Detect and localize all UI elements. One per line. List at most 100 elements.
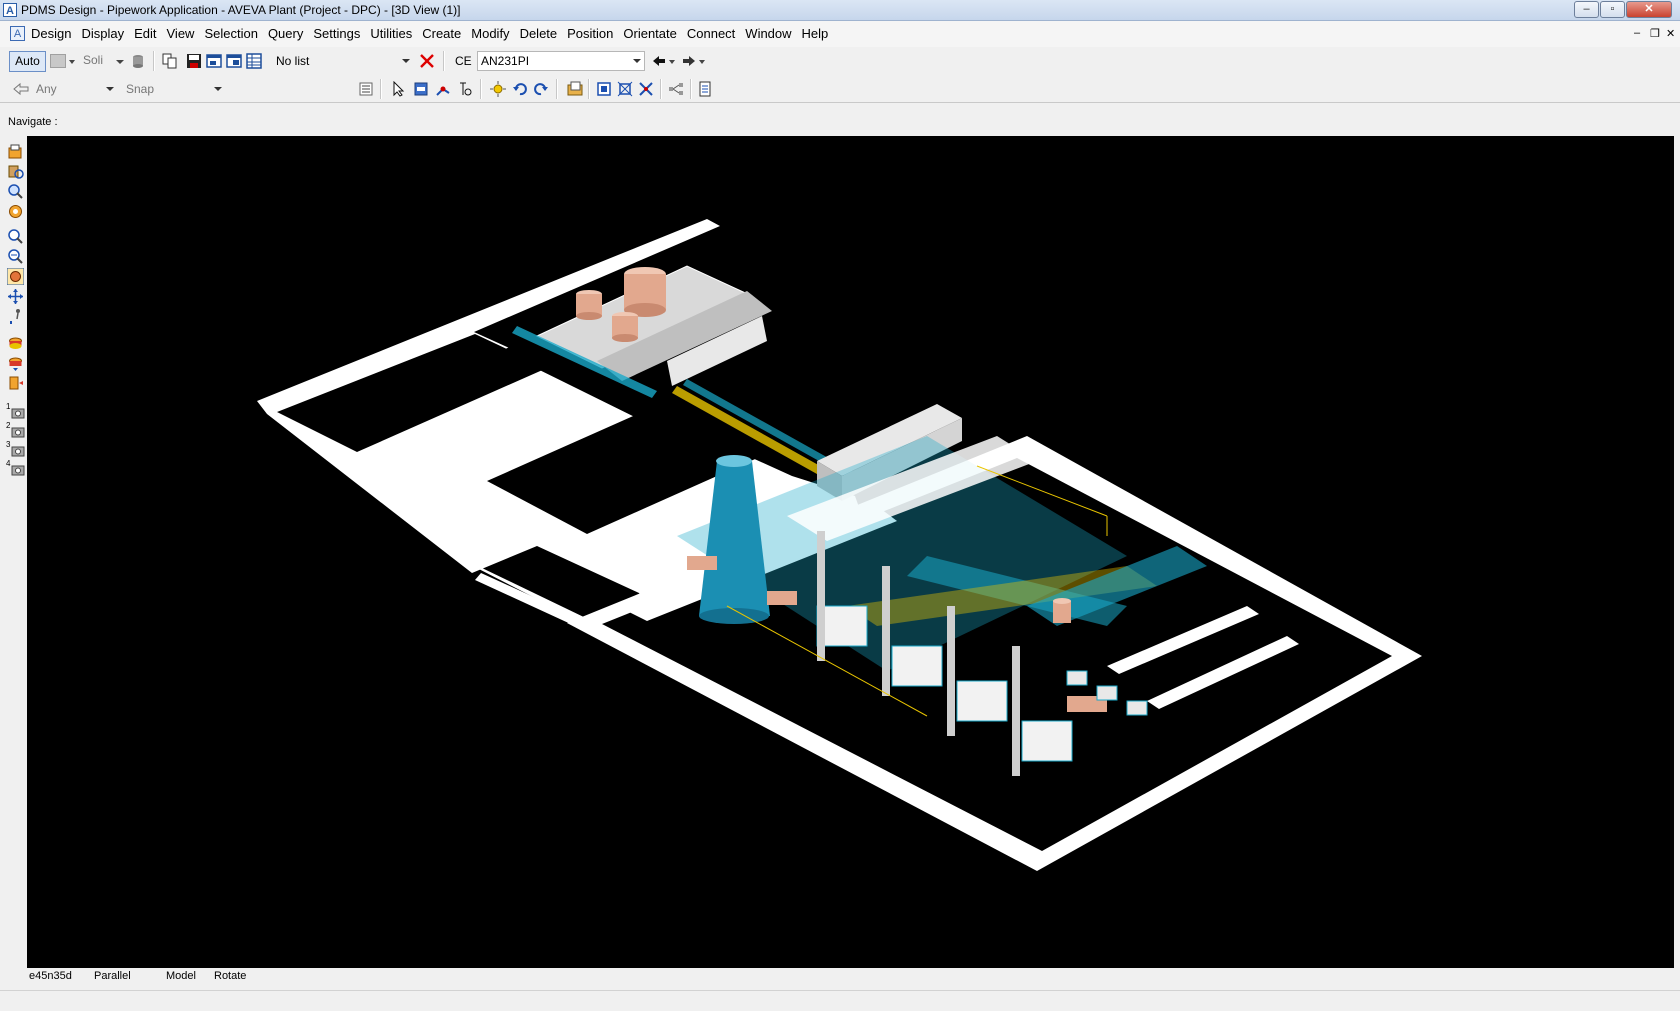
snap-combo[interactable]: Snap [122,79,226,99]
chevron-down-icon[interactable] [669,60,675,64]
pick-mode-icon[interactable] [13,81,29,97]
title-bar: A PDMS Design - Pipework Application - A… [0,0,1680,21]
text-cursor-icon[interactable] [457,81,473,97]
pick-type-combo[interactable]: Any [32,79,118,99]
list-view-icon[interactable] [358,81,374,97]
chevron-down-icon[interactable] [116,60,124,64]
toolbar-separator [660,79,662,99]
app-icon[interactable]: A [3,3,17,17]
solid-combo[interactable]: Soli [83,53,103,67]
window-cascade-icon[interactable] [226,53,242,69]
database-icon[interactable] [130,53,146,69]
zoom-search-icon[interactable] [7,183,24,200]
highlight-icon[interactable] [490,81,506,97]
menu-create[interactable]: Create [417,21,466,47]
list-combo[interactable]: No list [272,51,414,71]
saved-view-4-camera-icon[interactable] [11,462,25,476]
list-grid-icon[interactable] [246,53,262,69]
element-select-icon[interactable] [413,81,429,97]
saved-view-1-label: 1 [6,402,11,411]
saved-view-1-camera-icon[interactable] [11,405,25,419]
minimize-button[interactable]: ‒ [1574,1,1599,18]
zoom-out-icon[interactable] [7,248,24,265]
save-icon[interactable] [186,53,202,69]
zoom-in-icon[interactable] [7,228,24,245]
menu-orientate[interactable]: Orientate [618,21,681,47]
pan-icon[interactable] [7,288,24,305]
document-icon[interactable] [697,81,713,97]
toolbar-separator [443,51,445,71]
saved-view-2-camera-icon[interactable] [11,424,25,438]
model-view-icon[interactable] [7,335,24,352]
saved-view-3-camera-icon[interactable] [11,443,25,457]
close-button[interactable]: ✕ [1626,1,1672,18]
menu-modify[interactable]: Modify [466,21,514,47]
current-element-value: AN231PI [481,54,530,68]
menu-design[interactable]: Design [26,21,76,47]
plant-model-render [257,219,1422,871]
clear-list-icon[interactable] [419,53,435,69]
menu-edit[interactable]: Edit [129,21,161,47]
toolbar-separator [588,79,590,99]
elevation-view-icon[interactable] [7,375,24,392]
current-element-combo[interactable]: AN231PI [477,51,645,71]
menu-delete[interactable]: Delete [515,21,563,47]
connect-pipe-icon[interactable] [435,81,451,97]
chevron-down-icon[interactable] [699,60,705,64]
clip-box-icon[interactable] [617,81,633,97]
menu-help[interactable]: Help [797,21,834,47]
plan-view-icon[interactable] [7,355,24,372]
saved-view-3-label: 3 [6,440,11,449]
menu-settings[interactable]: Settings [308,21,365,47]
undo-icon[interactable] [512,81,528,97]
snap-value: Snap [126,82,155,96]
colour-swatch-button[interactable] [50,54,66,68]
rotate-view-icon[interactable] [7,268,24,285]
mdi-close-button[interactable]: ✕ [1666,27,1675,40]
back-arrow-icon[interactable] [651,53,667,69]
maximize-button[interactable]: ▫ [1600,1,1625,18]
select-cursor-icon[interactable] [391,81,407,97]
walk-icon[interactable] [7,308,24,325]
redo-icon[interactable] [533,81,549,97]
menu-window[interactable]: Window [740,21,796,47]
projection-mode: Parallel [94,970,131,982]
walk-to-icon[interactable] [7,163,24,180]
menu-position[interactable]: Position [562,21,618,47]
menu-connect[interactable]: Connect [682,21,740,47]
forward-arrow-icon[interactable] [681,53,697,69]
limits-icon[interactable] [7,144,24,161]
auto-button[interactable]: Auto [9,51,46,72]
spin-around-icon[interactable] [7,203,24,220]
mdi-minimize-button[interactable]: – [1634,27,1640,39]
explorer-icon[interactable] [567,81,583,97]
menu-utilities[interactable]: Utilities [365,21,417,47]
pick-type-value: Any [36,82,57,96]
menu-display[interactable]: Display [76,21,129,47]
view-direction: e45n35d [29,970,72,982]
window-title: PDMS Design - Pipework Application - AVE… [21,3,461,17]
saved-view-2-label: 2 [6,421,11,430]
chevron-down-icon[interactable] [69,60,75,64]
ce-label: CE [455,54,472,68]
menu-view[interactable]: View [162,21,200,47]
chevron-down-icon [106,87,114,91]
mdi-restore-button[interactable]: ❐ [1650,27,1660,40]
view-toolbar: 1 2 3 4 [5,140,27,970]
chevron-down-icon [402,59,410,63]
zoom-extents-icon[interactable] [596,81,612,97]
design-app-icon[interactable]: A [10,26,25,41]
copy-icon[interactable] [162,53,178,69]
view-mode: Model [166,970,196,982]
toolbar-separator [380,79,382,99]
list-combo-value: No list [276,54,310,68]
network-icon[interactable] [668,81,684,97]
menu-bar: A Design Display Edit View Selection Que… [0,21,1680,47]
menu-selection[interactable]: Selection [199,21,262,47]
window-tile-icon[interactable] [206,53,222,69]
menu-query[interactable]: Query [263,21,308,47]
clip-off-icon[interactable] [638,81,654,97]
3d-viewport[interactable] [27,136,1674,968]
toolbar-separator [690,79,692,99]
toolbar-separator [153,51,155,71]
